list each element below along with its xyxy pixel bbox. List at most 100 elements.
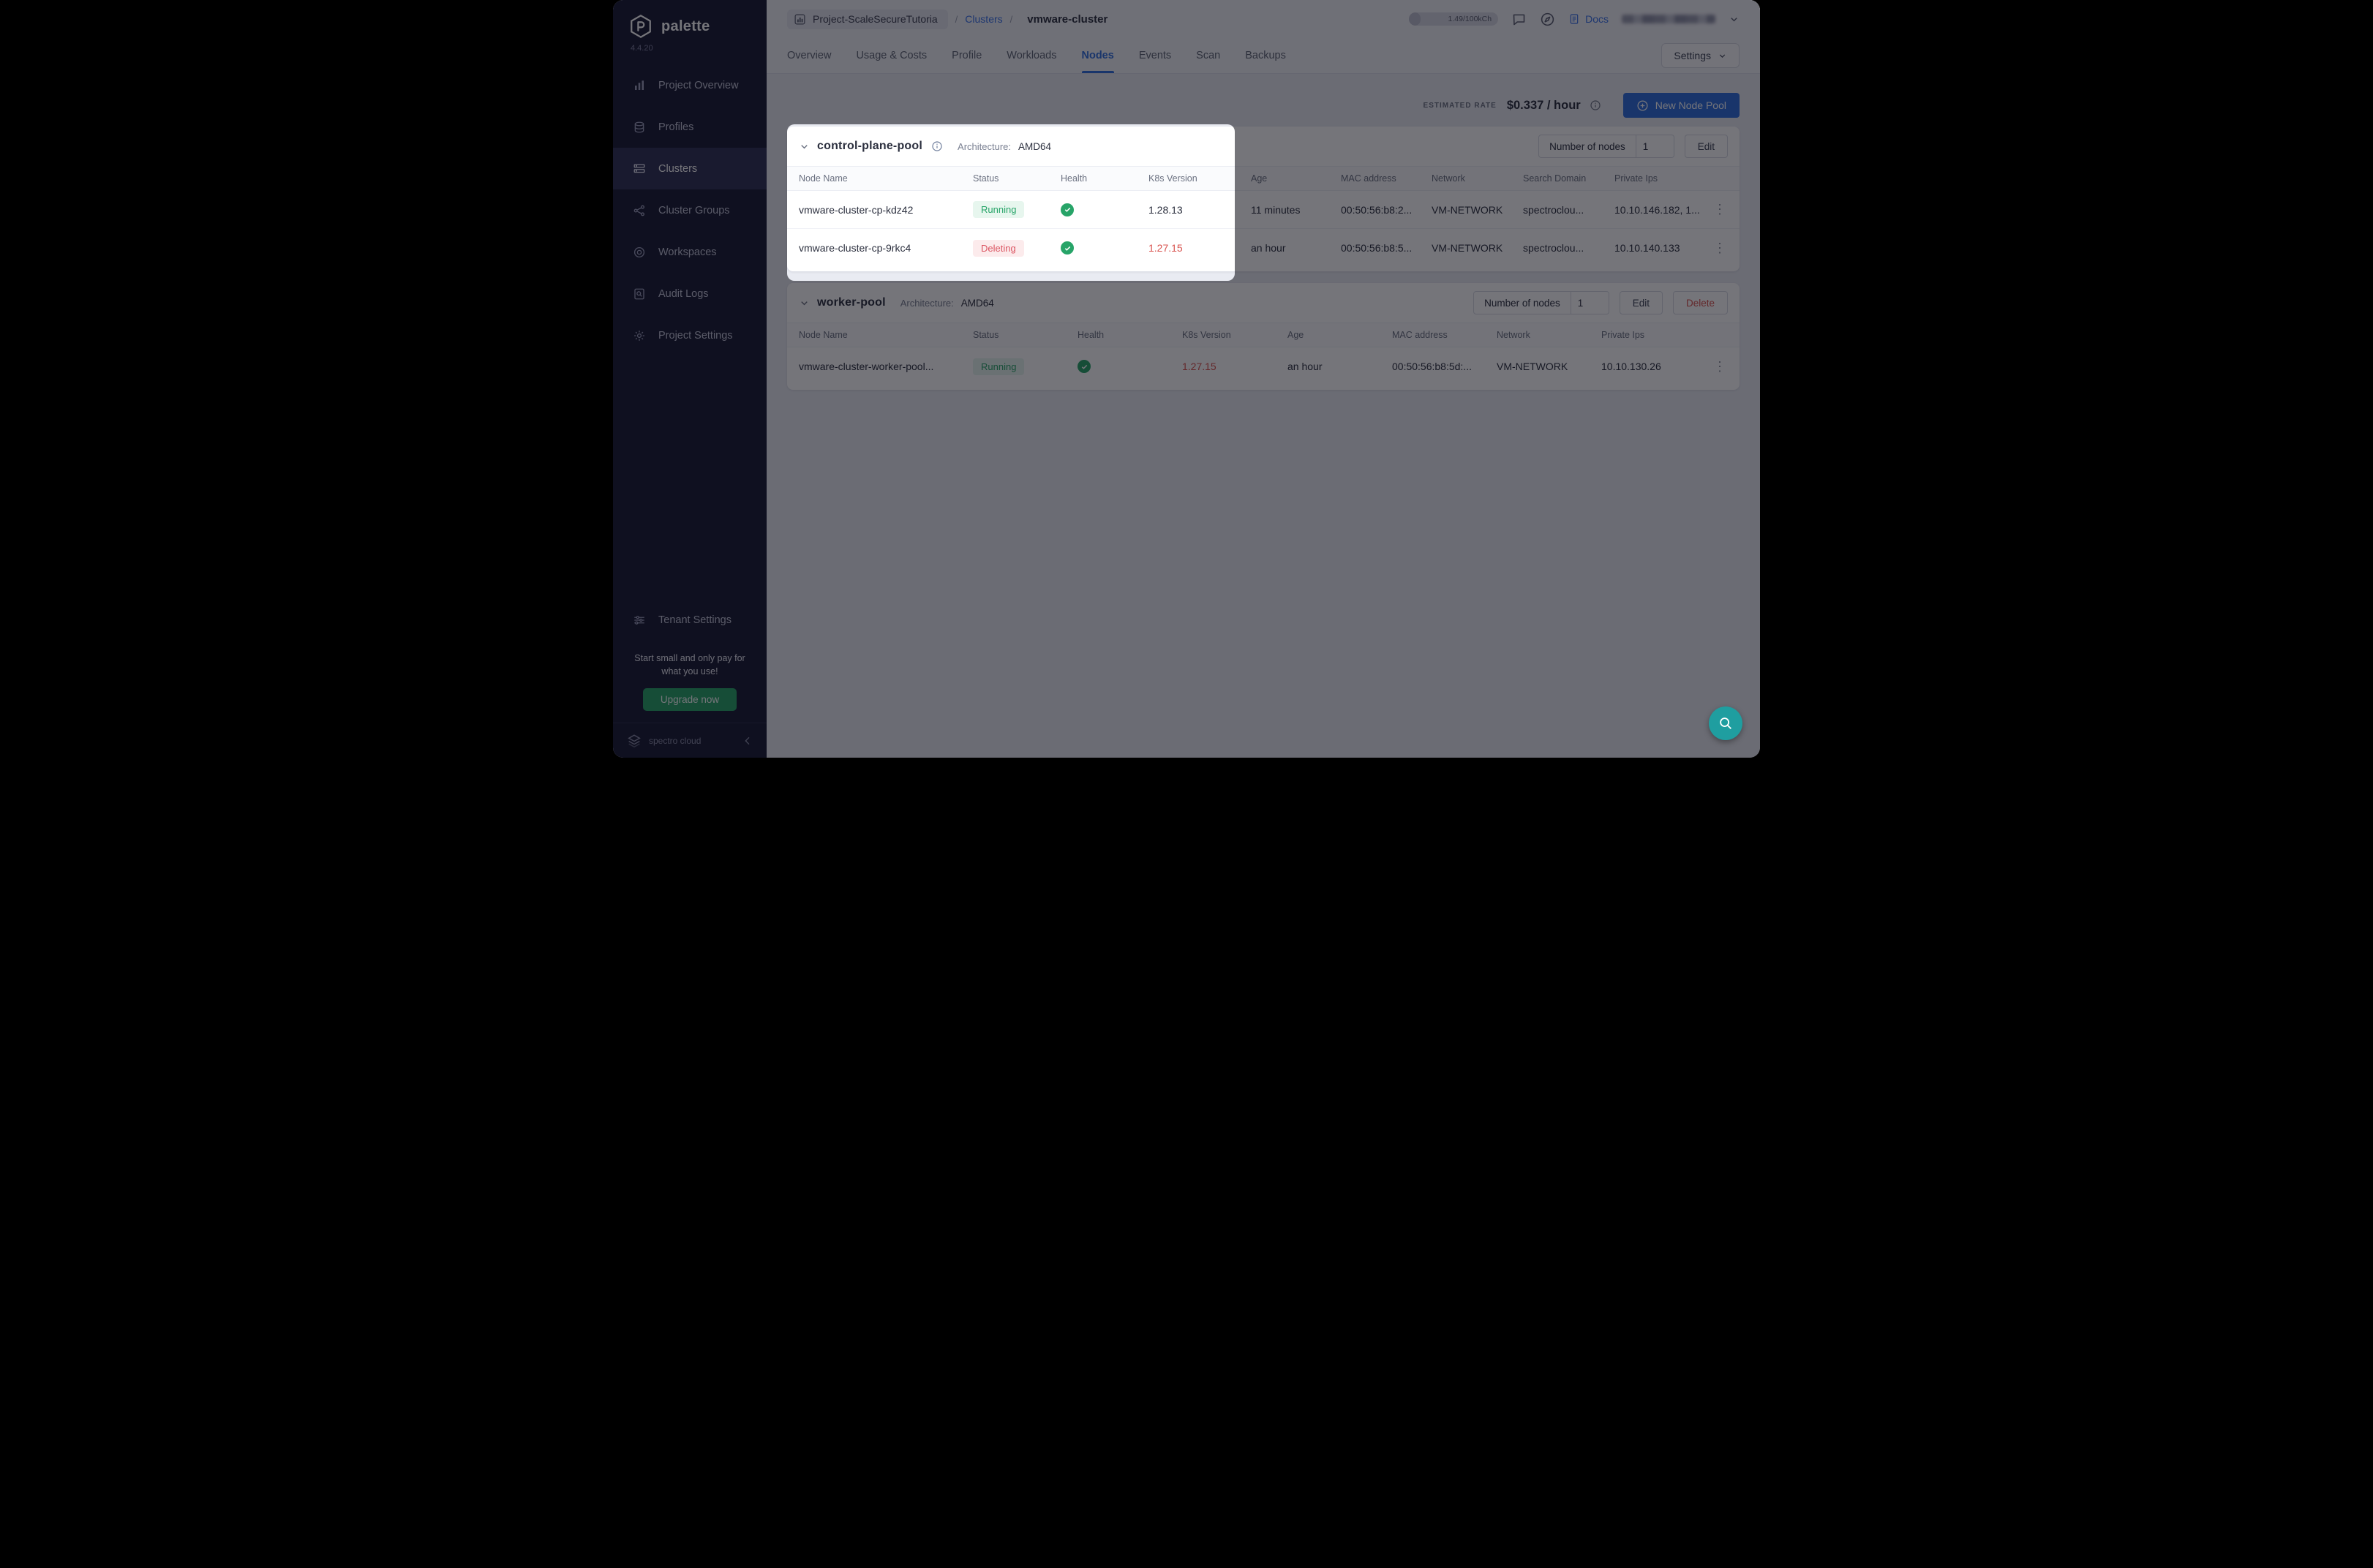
header: Project-ScaleSecureTutoria / Clusters / …	[767, 0, 1760, 74]
pool-title: worker-pool	[817, 296, 886, 309]
sidebar-item-project-overview[interactable]: Project Overview	[613, 64, 767, 106]
tab-events[interactable]: Events	[1139, 38, 1171, 73]
architecture-value: AMD64	[961, 298, 994, 309]
sidebar-item-project-settings[interactable]: Project Settings	[613, 314, 767, 356]
breadcrumb-clusters-link[interactable]: Clusters	[965, 13, 1002, 25]
kebab-menu-icon[interactable]: ⋮	[1712, 359, 1728, 374]
tab-workloads[interactable]: Workloads	[1007, 38, 1056, 73]
project-chart-icon	[794, 13, 806, 26]
number-of-nodes-input[interactable]	[1636, 135, 1674, 157]
cluster-tabs: Overview Usage & Costs Profile Workloads…	[767, 38, 1760, 73]
collapse-chevron-down-icon[interactable]	[799, 141, 810, 152]
sidebar-item-profiles[interactable]: Profiles	[613, 106, 767, 148]
brand-name: palette	[661, 18, 710, 35]
sidebar-item-tenant-settings[interactable]: Tenant Settings	[613, 600, 767, 641]
layers-icon	[632, 120, 647, 135]
breadcrumb-project[interactable]: Project-ScaleSecureTutoria	[787, 10, 948, 29]
edit-pool-button[interactable]: Edit	[1620, 291, 1663, 314]
magnifier-icon	[1718, 715, 1734, 731]
control-pool-header: control-plane-pool Architecture: AMD64 N…	[787, 127, 1740, 166]
column-header: Node Name	[799, 330, 973, 340]
kebab-menu-icon[interactable]: ⋮	[1712, 202, 1728, 217]
main-area: Project-ScaleSecureTutoria / Clusters / …	[767, 0, 1760, 758]
usage-meter-fill	[1409, 12, 1421, 26]
tab-profile[interactable]: Profile	[952, 38, 982, 73]
health-check-icon	[1061, 203, 1074, 216]
sidebar-item-label: Profiles	[658, 121, 693, 133]
collapse-chevron-down-icon[interactable]	[799, 298, 810, 309]
column-header: Status	[973, 330, 1078, 340]
node-name: vmware-cluster-cp-kdz42	[799, 204, 973, 216]
bar-chart-icon	[632, 78, 647, 93]
breadcrumb-separator: /	[955, 14, 958, 25]
audit-icon	[632, 287, 647, 301]
sidebar-item-cluster-groups[interactable]: Cluster Groups	[613, 189, 767, 231]
node-network: VM-NETWORK	[1432, 242, 1523, 254]
node-search-domain: spectroclou...	[1523, 204, 1614, 216]
docs-label: Docs	[1585, 13, 1609, 25]
sidebar-item-label: Cluster Groups	[658, 205, 730, 216]
sidebar-item-label: Project Settings	[658, 330, 733, 342]
breadcrumb-cluster-name: vmware-cluster	[1027, 13, 1107, 26]
column-header: MAC address	[1341, 173, 1432, 184]
help-search-button[interactable]	[1709, 706, 1742, 740]
palette-logo-icon	[628, 13, 654, 39]
usage-meter: 1.49/100kCh	[1409, 12, 1498, 26]
new-node-pool-button[interactable]: New Node Pool	[1623, 93, 1740, 118]
node-network: VM-NETWORK	[1497, 361, 1601, 372]
chevron-down-icon	[1718, 51, 1727, 61]
rate-info-icon[interactable]	[1590, 99, 1601, 111]
sidebar-item-clusters[interactable]: Clusters	[613, 148, 767, 189]
brand: palette	[613, 0, 767, 41]
chat-icon[interactable]	[1511, 12, 1527, 27]
column-header: Private Ips	[1601, 330, 1689, 340]
number-of-nodes-label: Number of nodes	[1539, 135, 1636, 157]
tab-backups[interactable]: Backups	[1245, 38, 1286, 73]
sidebar-footer: spectro cloud	[613, 723, 767, 758]
docs-icon	[1568, 13, 1580, 25]
column-header: Network	[1432, 173, 1523, 184]
node-age: an hour	[1251, 242, 1341, 254]
column-header: Age	[1287, 330, 1392, 340]
docs-button[interactable]: Docs	[1568, 13, 1609, 25]
settings-button[interactable]: Settings	[1661, 43, 1740, 68]
sidebar-item-workspaces[interactable]: Workspaces	[613, 231, 767, 273]
kebab-menu-icon[interactable]: ⋮	[1712, 241, 1728, 256]
network-icon	[632, 203, 647, 218]
sidebar-item-audit-logs[interactable]: Audit Logs	[613, 273, 767, 314]
node-network: VM-NETWORK	[1432, 204, 1523, 216]
table-row: vmware-cluster-cp-kdz42 Running 1.28.13 …	[787, 191, 1740, 229]
node-status: Deleting	[973, 240, 1061, 257]
target-icon	[632, 245, 647, 260]
sidebar-item-label: Project Overview	[658, 80, 739, 91]
column-header: MAC address	[1392, 330, 1497, 340]
sidebar-nav: Project Overview Profiles Clusters Clust…	[613, 64, 767, 356]
sidebar-collapse-icon[interactable]	[742, 735, 753, 747]
upgrade-now-button[interactable]: Upgrade now	[643, 688, 737, 711]
delete-pool-button[interactable]: Delete	[1673, 291, 1728, 314]
top-bar: Project-ScaleSecureTutoria / Clusters / …	[767, 0, 1760, 38]
column-header: Health	[1061, 173, 1148, 184]
node-mac: 00:50:56:b8:5...	[1341, 242, 1432, 254]
column-header: Network	[1497, 330, 1601, 340]
column-header: Node Name	[799, 173, 973, 184]
status-badge: Running	[973, 358, 1024, 375]
tab-nodes[interactable]: Nodes	[1082, 38, 1114, 73]
tab-scan[interactable]: Scan	[1196, 38, 1220, 73]
compass-icon[interactable]	[1540, 12, 1555, 27]
health-check-icon	[1078, 360, 1091, 373]
user-menu-chevron-down-icon[interactable]	[1729, 14, 1740, 25]
number-of-nodes-input[interactable]	[1571, 292, 1609, 314]
table-row: vmware-cluster-cp-9rkc4 Deleting 1.27.15…	[787, 229, 1740, 267]
number-of-nodes-control: Number of nodes	[1473, 291, 1609, 314]
column-header: Health	[1078, 330, 1182, 340]
pool-info-icon[interactable]	[931, 140, 943, 152]
node-mac: 00:50:56:b8:2...	[1341, 204, 1432, 216]
tab-overview[interactable]: Overview	[787, 38, 831, 73]
tab-usage-costs[interactable]: Usage & Costs	[856, 38, 927, 73]
node-health	[1061, 241, 1148, 255]
architecture-label: Architecture:	[900, 298, 954, 309]
edit-pool-button[interactable]: Edit	[1685, 135, 1728, 158]
column-header: Private Ips	[1614, 173, 1707, 184]
user-name-redacted[interactable]	[1622, 15, 1715, 23]
